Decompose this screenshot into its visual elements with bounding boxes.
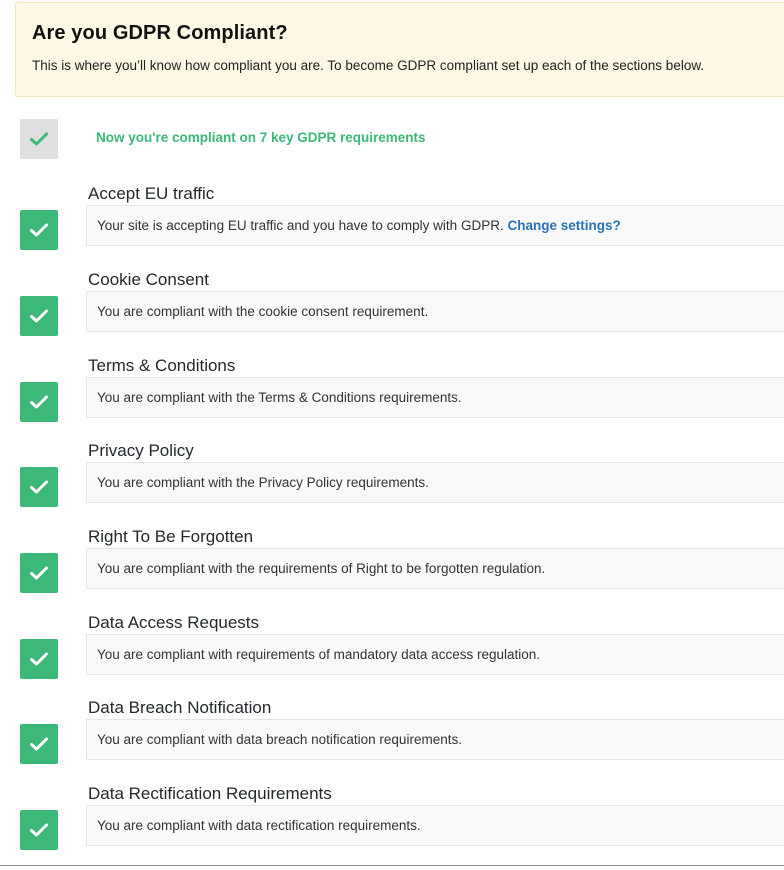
requirement-data-access-requests: Data Access Requests You are compliant w… — [0, 613, 784, 699]
compliance-summary: Now you're compliant on 7 key GDPR requi… — [96, 130, 426, 145]
summary-check-icon — [20, 119, 58, 159]
requirement-description: You are compliant with the Privacy Polic… — [97, 475, 429, 490]
requirement-status-box: You are compliant with the Privacy Polic… — [86, 462, 784, 503]
requirement-terms-conditions: Terms & Conditions You are compliant wit… — [0, 356, 784, 442]
requirement-cookie-consent: Cookie Consent You are compliant with th… — [0, 270, 784, 356]
check-icon — [20, 810, 58, 850]
banner-description: This is where you’ll know how compliant … — [32, 58, 705, 73]
requirement-privacy-policy: Privacy Policy You are compliant with th… — [0, 441, 784, 527]
check-icon — [20, 553, 58, 593]
check-icon — [20, 382, 58, 422]
requirement-description: You are compliant with requirements of m… — [97, 647, 540, 662]
requirement-title: Privacy Policy — [88, 441, 194, 460]
requirement-status-box: You are compliant with the Terms & Condi… — [86, 377, 784, 418]
requirement-description: Your site is accepting EU traffic and yo… — [97, 218, 504, 233]
requirement-description: You are compliant with the cookie consen… — [97, 304, 429, 319]
gdpr-compliance-page: Are you GDPR Compliant? This is where yo… — [0, 0, 784, 870]
compliance-banner: Are you GDPR Compliant? This is where yo… — [15, 2, 784, 97]
requirement-title: Accept EU traffic — [88, 184, 215, 203]
requirement-title: Data Breach Notification — [88, 698, 272, 717]
check-icon — [20, 210, 58, 250]
requirement-description: You are compliant with data breach notif… — [97, 732, 462, 747]
requirement-title: Data Access Requests — [88, 613, 260, 632]
requirement-data-breach-notification: Data Breach Notification You are complia… — [0, 698, 784, 784]
requirement-description: You are compliant with the requirements … — [97, 561, 546, 576]
requirement-data-rectification: Data Rectification Requirements You are … — [0, 784, 784, 870]
requirement-status-box: You are compliant with the cookie consen… — [86, 291, 784, 332]
check-icon — [20, 639, 58, 679]
requirement-status-box: You are compliant with data breach notif… — [86, 719, 784, 760]
requirement-title: Cookie Consent — [88, 270, 209, 289]
change-settings-link[interactable]: Change settings? — [507, 218, 620, 233]
page-title: Are you GDPR Compliant? — [32, 22, 288, 44]
requirement-accept-eu-traffic: Accept EU traffic Your site is accepting… — [0, 184, 784, 270]
check-icon — [20, 724, 58, 764]
requirement-description: You are compliant with data rectificatio… — [97, 818, 421, 833]
check-icon — [20, 296, 58, 336]
requirement-title: Right To Be Forgotten — [88, 527, 254, 546]
requirement-description: You are compliant with the Terms & Condi… — [97, 390, 462, 405]
check-icon — [20, 467, 58, 507]
requirement-status-box: Your site is accepting EU traffic and yo… — [86, 205, 784, 246]
divider — [0, 865, 784, 866]
requirement-status-box: You are compliant with data rectificatio… — [86, 805, 784, 846]
requirement-title: Data Rectification Requirements — [88, 784, 332, 803]
requirement-right-to-be-forgotten: Right To Be Forgotten You are compliant … — [0, 527, 784, 613]
requirement-title: Terms & Conditions — [88, 356, 236, 375]
requirement-status-box: You are compliant with the requirements … — [86, 548, 784, 589]
requirement-status-box: You are compliant with requirements of m… — [86, 634, 784, 675]
